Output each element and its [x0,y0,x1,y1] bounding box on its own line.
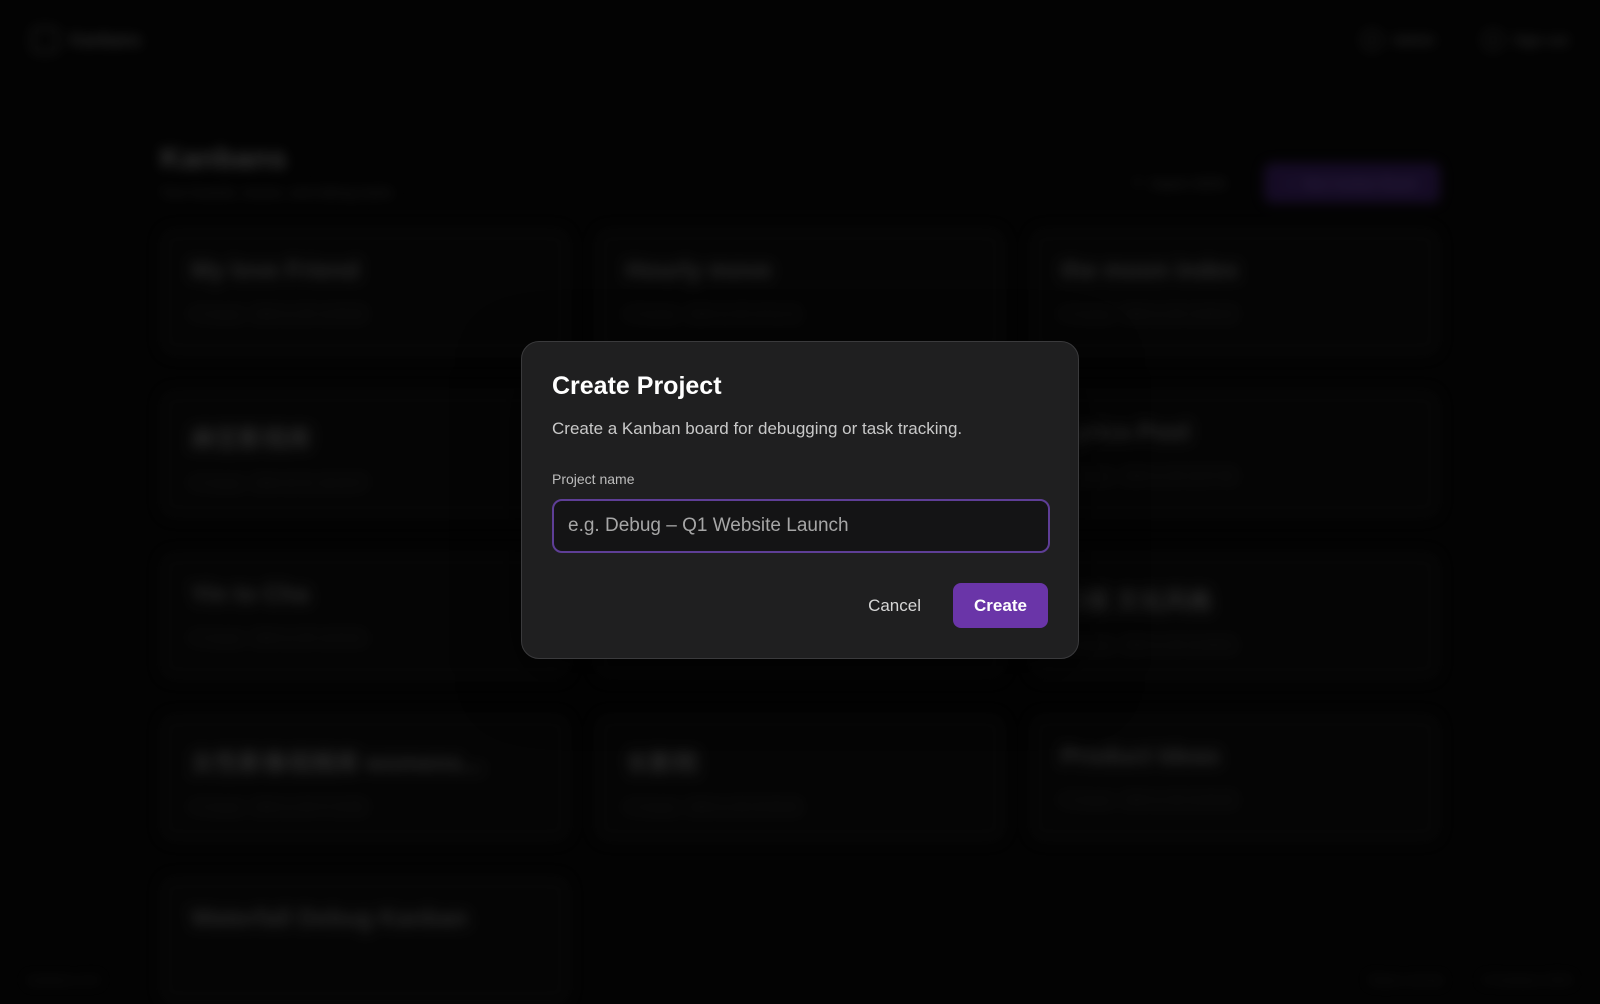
create-project-dialog: Create Project Create a Kanban board for… [521,341,1079,659]
project-name-input[interactable] [552,499,1050,553]
create-button[interactable]: Create [953,583,1048,628]
dialog-title: Create Project [552,372,722,400]
dialog-description: Create a Kanban board for debugging or t… [552,419,963,438]
cancel-button[interactable]: Cancel [852,584,937,628]
dialog-actions: Cancel Create [852,583,1048,628]
project-name-label: Project name [552,471,635,487]
